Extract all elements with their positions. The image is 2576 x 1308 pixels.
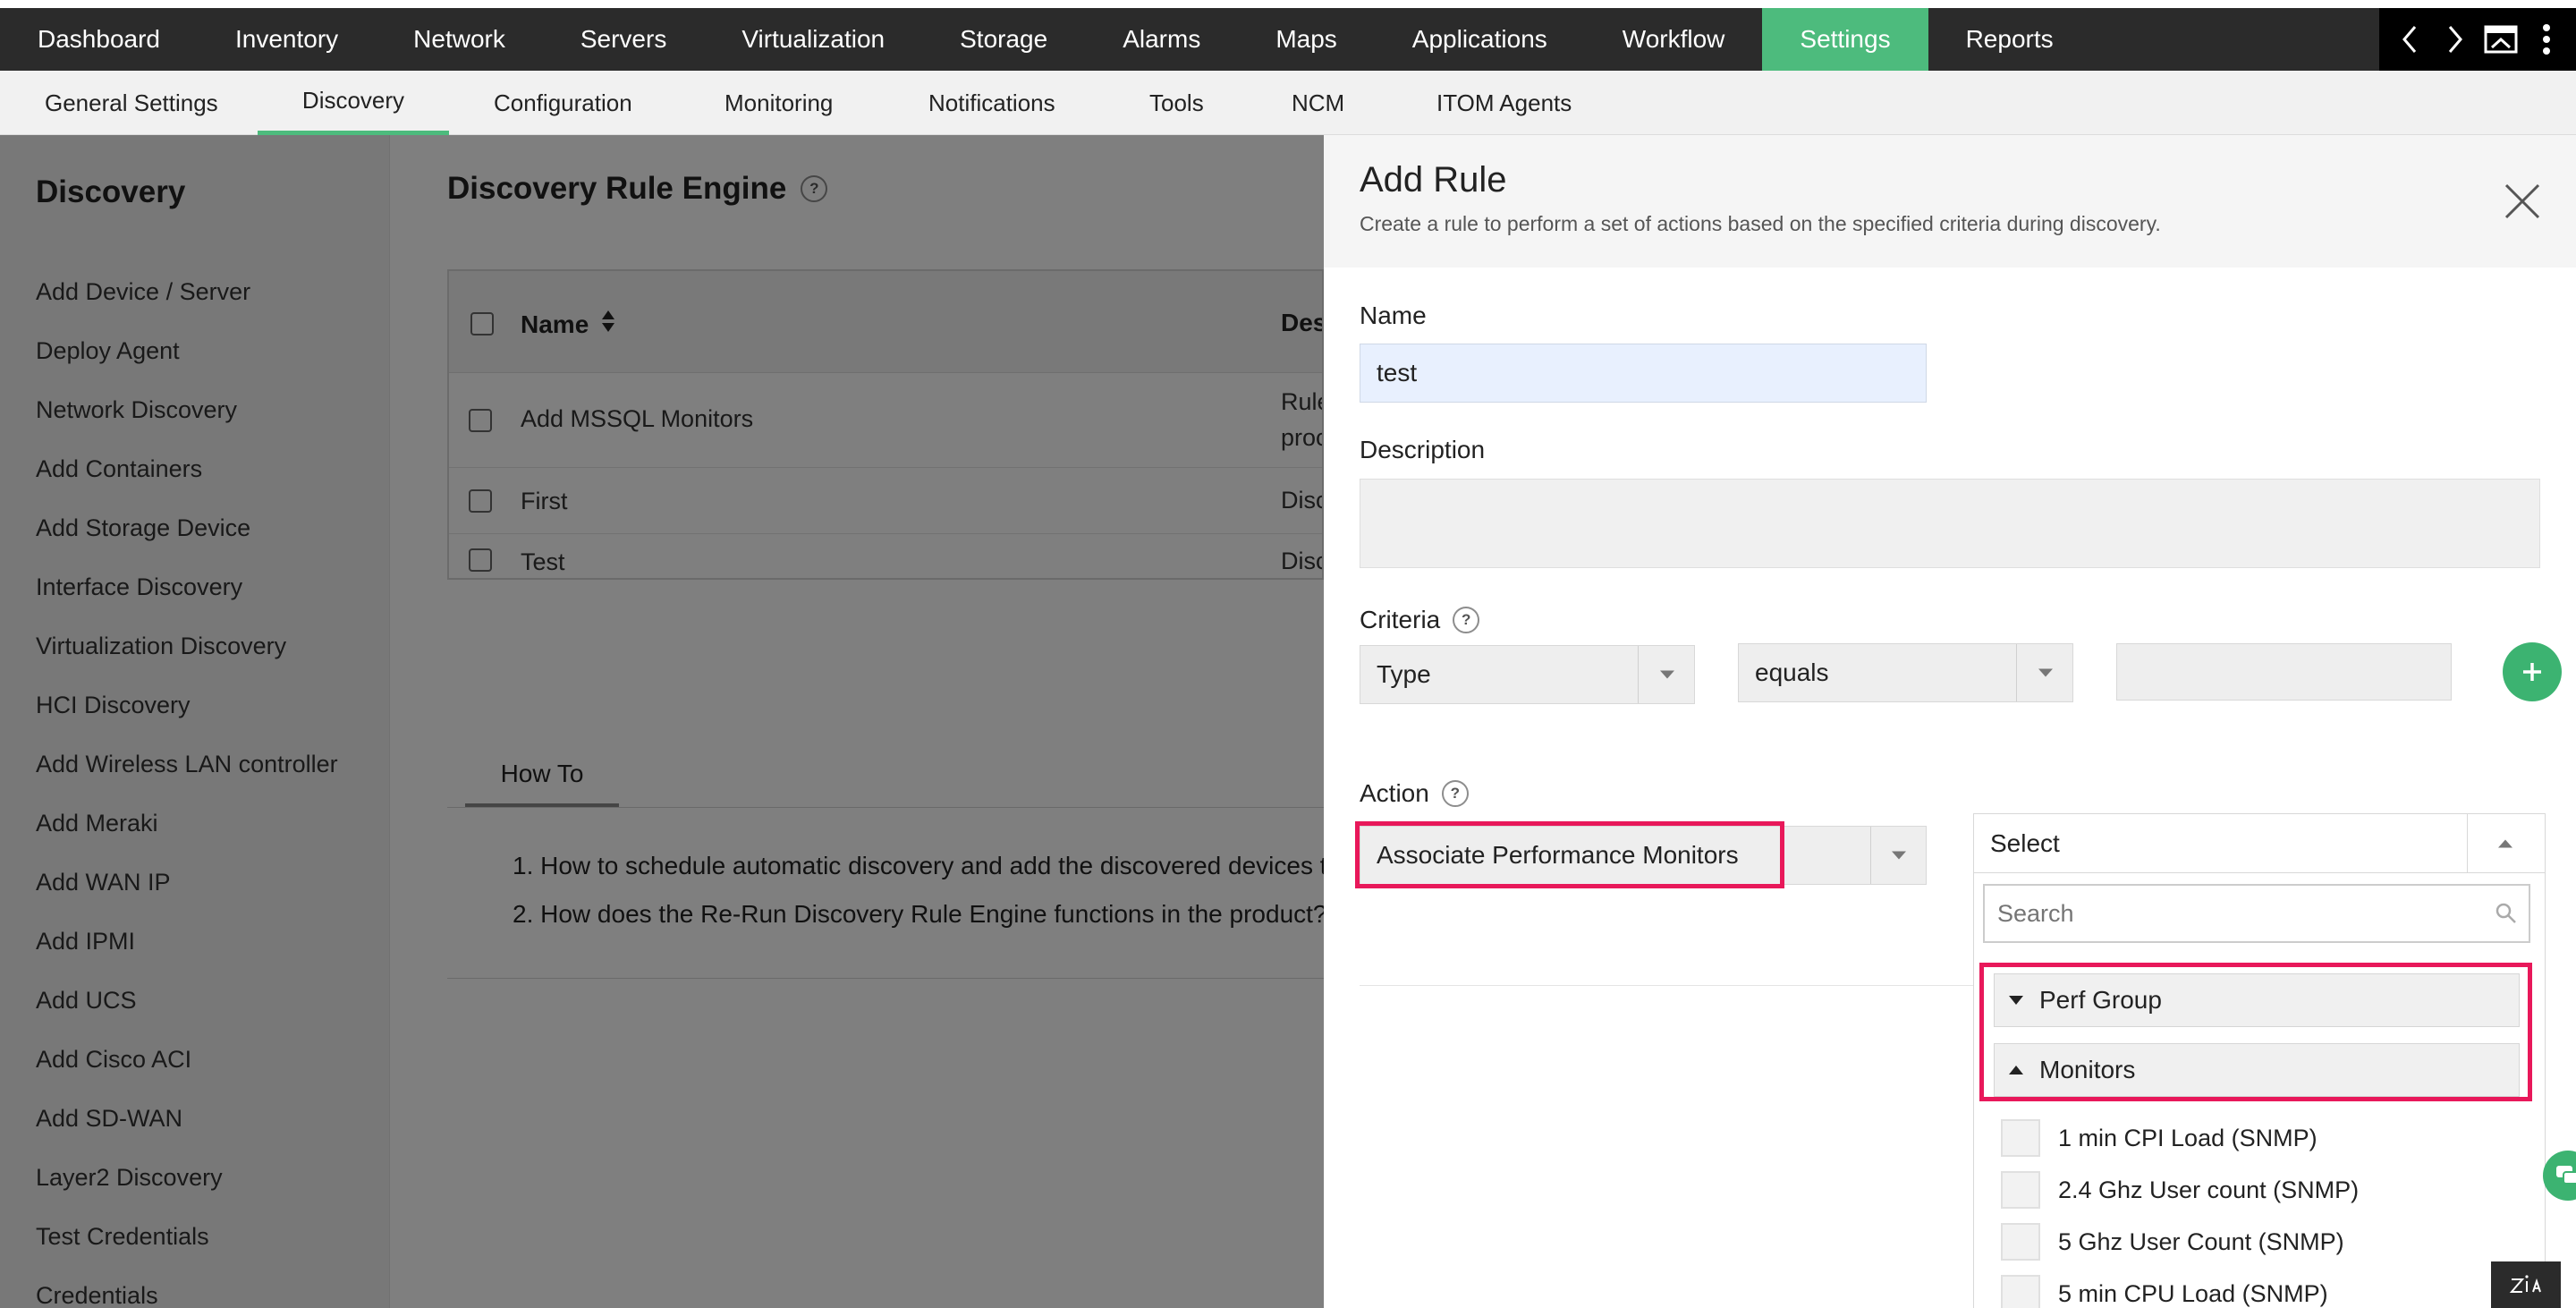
plus-icon [2523,663,2541,681]
subnav-discovery[interactable]: Discovery [258,71,449,135]
subnav-monitoring[interactable]: Monitoring [724,71,833,135]
add-criteria-button[interactable] [2503,642,2562,701]
monitor-option[interactable]: 1 min CPI Load (SNMP) [2001,1113,2318,1163]
criteria-operator-select[interactable]: equals [1738,643,2073,702]
monitor-option[interactable]: 5 min CPU Load (SNMP) [2001,1269,2328,1308]
nav-servers[interactable]: Servers [543,8,704,71]
nav-settings[interactable]: Settings [1762,8,1928,71]
name-label: Name [1360,302,1427,329]
select-separator [2467,814,2468,872]
zia-logo-mark [2509,1275,2541,1293]
close-icon[interactable] [2501,180,2544,223]
subnav-ncm[interactable]: NCM [1292,71,1344,135]
name-field[interactable] [1360,344,1927,403]
option-label: 5 min CPU Load (SNMP) [2058,1279,2328,1307]
criteria-type-select[interactable]: Type [1360,645,1695,704]
nav-storage[interactable]: Storage [922,8,1085,71]
monitor-option[interactable]: 2.4 Ghz User count (SNMP) [2001,1165,2359,1215]
chevron-left-icon[interactable] [2392,19,2428,60]
option-checkbox[interactable] [2001,1223,2040,1261]
top-navigation: Dashboard Inventory Network Servers Virt… [0,8,2576,71]
nav-virtualization[interactable]: Virtualization [704,8,922,71]
description-label: Description [1360,436,1486,463]
window-icon[interactable] [2483,19,2519,60]
monitor-select-value: Select [1990,828,2060,857]
subnav-general-settings[interactable]: General Settings [45,71,218,135]
nav-applications[interactable]: Applications [1375,8,1585,71]
nav-inventory[interactable]: Inventory [198,8,376,71]
criteria-value-field[interactable] [2116,643,2452,701]
select-separator [1870,827,1871,884]
sub-navigation: General Settings Discovery Configuration… [0,71,2576,135]
subnav-notifications[interactable]: Notifications [928,71,1055,135]
group-monitors[interactable]: Monitors [1994,1043,2520,1097]
caret-down-icon [2009,996,2023,1005]
help-icon[interactable]: ? [1441,780,1469,807]
top-strip [0,0,2576,8]
select-separator [1638,646,1639,703]
highlight-box [1355,821,1784,888]
zia-logo[interactable] [2491,1261,2561,1308]
chevron-down-icon [1892,851,1906,860]
option-checkbox[interactable] [2001,1275,2040,1308]
action-label-text: Action [1360,779,1429,807]
action-label: Action ? [1360,779,1469,808]
caret-up-icon [2009,1066,2023,1074]
search-icon [2495,902,2518,925]
subnav-configuration[interactable]: Configuration [494,71,632,135]
criteria-operator-value: equals [1755,658,1829,686]
chevron-right-icon[interactable] [2437,19,2473,60]
nav-reports[interactable]: Reports [1928,8,2091,71]
subnav-tools[interactable]: Tools [1149,71,1204,135]
more-vertical-icon[interactable] [2529,19,2564,60]
option-checkbox[interactable] [2001,1119,2040,1157]
criteria-label-text: Criteria [1360,606,1441,633]
group-perf-group[interactable]: Perf Group [1994,973,2520,1027]
nav-alarms[interactable]: Alarms [1085,8,1238,71]
nav-workflow[interactable]: Workflow [1585,8,1763,71]
search-input[interactable] [1985,886,2529,941]
add-rule-panel: Add Rule Create a rule to perform a set … [1324,135,2576,1308]
option-label: 2.4 Ghz User count (SNMP) [2058,1176,2360,1203]
criteria-label: Criteria ? [1360,606,1480,634]
monitor-dropdown: Select Perf Group Monitors 1 min CPI Loa… [1973,813,2546,1308]
criteria-type-value: Type [1377,660,1431,688]
panel-subtitle: Create a rule to perform a set of action… [1360,212,2161,235]
option-label: 5 Ghz User Count (SNMP) [2058,1227,2344,1255]
select-separator [2016,644,2017,701]
help-icon[interactable]: ? [1453,607,1480,633]
description-field[interactable] [1360,479,2540,568]
option-checkbox[interactable] [2001,1171,2040,1209]
dropdown-search [1983,884,2530,943]
nav-network[interactable]: Network [376,8,543,71]
nav-dashboard[interactable]: Dashboard [0,8,198,71]
option-label: 1 min CPI Load (SNMP) [2058,1124,2318,1151]
group-label: Perf Group [2039,986,2162,1014]
group-label: Monitors [2039,1056,2136,1083]
panel-divider [1360,985,1986,986]
chevron-down-icon [1660,670,1674,679]
nav-maps[interactable]: Maps [1238,8,1374,71]
panel-header: Add Rule Create a rule to perform a set … [1324,135,2576,268]
monitor-select[interactable]: Select [1974,814,2545,873]
nav-tools [2379,8,2576,71]
modal-backdrop[interactable] [0,135,1324,1308]
subnav-itom-agents[interactable]: ITOM Agents [1436,71,1572,135]
panel-title: Add Rule [1360,160,1507,200]
monitor-option[interactable]: 5 Ghz User Count (SNMP) [2001,1217,2344,1267]
chevron-up-icon [2498,839,2512,847]
chevron-down-icon [2038,668,2053,677]
